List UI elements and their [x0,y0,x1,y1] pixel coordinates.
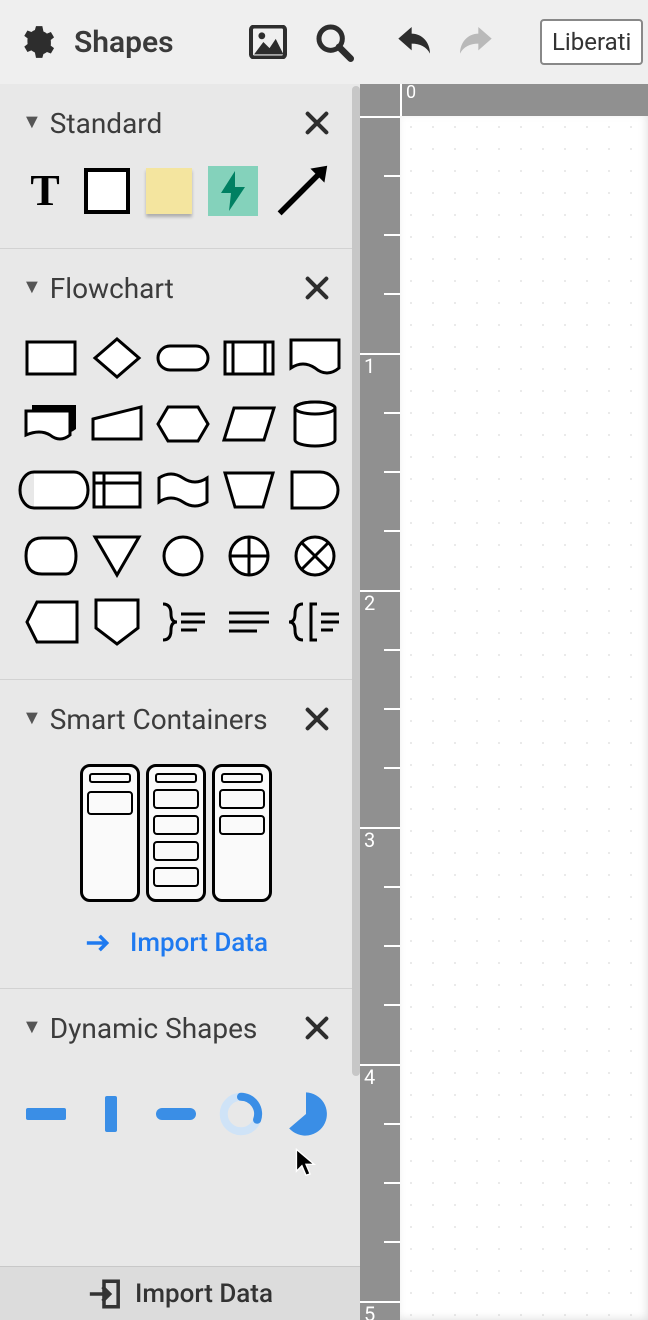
section-header-standard[interactable]: ▼ Standard [0,84,352,158]
section-title-flowchart: Flowchart [50,272,300,305]
shape-terminator[interactable] [154,329,212,387]
shape-progress-bar-horizontal[interactable] [22,1085,69,1143]
font-family-value: Liberati [552,28,631,56]
caret-down-icon: ▼ [22,1014,42,1039]
shape-brace-left-bracket[interactable] [286,593,344,651]
shape-data-parallelogram[interactable] [220,395,278,453]
shape-multi-document[interactable] [22,395,80,453]
caret-down-icon: ▼ [22,274,42,299]
ruler-v-label: 5 [364,1302,375,1320]
ruler-v-label: 3 [364,828,375,852]
ruler-h-label: 0 [406,82,416,103]
canvas-page[interactable] [400,116,648,1320]
topbar: Shapes Liberati [0,0,648,84]
shape-summing-junction[interactable] [220,527,278,585]
shape-progress-pill[interactable] [152,1085,199,1143]
shape-note-lines[interactable] [220,593,278,651]
ruler-v-label: 1 [364,354,375,378]
shape-progress-bar-vertical[interactable] [87,1085,134,1143]
ruler-horizontal[interactable]: 0 [400,84,648,116]
shape-or-junction[interactable] [286,527,344,585]
shape-decision[interactable] [88,329,146,387]
import-data-link-label: Import Data [130,928,268,958]
shape-predefined-process[interactable] [220,329,278,387]
shape-progress-ring[interactable] [217,1085,264,1143]
section-title-smart-containers: Smart Containers [50,703,300,736]
import-data-button-label: Import Data [135,1279,273,1309]
close-icon[interactable] [300,271,334,305]
section-header-dynamic-shapes[interactable]: ▼ Dynamic Shapes [0,989,352,1063]
shape-stored-data[interactable] [22,461,80,519]
shape-brace-right-note[interactable] [154,593,212,651]
image-icon[interactable] [242,16,294,68]
font-family-select[interactable]: Liberati [540,19,643,65]
section-header-smart-containers[interactable]: ▼ Smart Containers [0,680,352,754]
shape-process[interactable] [22,329,80,387]
shape-manual-input[interactable] [88,395,146,453]
topbar-left: Shapes [0,0,360,84]
shape-pie-slice[interactable] [282,1085,330,1143]
shape-offpage-down[interactable] [88,593,146,651]
shape-database[interactable] [286,395,344,453]
section-flowchart: ▼ Flowchart [0,249,352,680]
shape-text[interactable]: T [22,162,68,220]
shape-manual-operation[interactable] [220,461,278,519]
shape-display[interactable] [22,527,80,585]
section-title-dynamic-shapes: Dynamic Shapes [50,1012,300,1045]
shapes-panel-title: Shapes [74,25,174,60]
shape-merge-triangle[interactable] [88,527,146,585]
shape-rectangle[interactable] [84,162,130,220]
redo-button[interactable] [454,27,496,57]
caret-down-icon: ▼ [22,109,42,134]
close-icon[interactable] [300,702,334,736]
shapes-sidebar: ▼ Standard T ▼ Flowchart [0,84,360,1320]
shape-document[interactable] [286,329,344,387]
shape-internal-storage[interactable] [88,461,146,519]
undo-button[interactable] [394,27,436,57]
section-smart-containers: ▼ Smart Containers Import Data [0,680,352,989]
section-standard: ▼ Standard T [0,84,352,249]
close-icon[interactable] [300,106,334,140]
shape-sticky-note[interactable] [146,162,192,220]
smart-containers-preview[interactable] [0,754,352,902]
shape-paper-tape[interactable] [154,461,212,519]
import-data-button[interactable]: Import Data [0,1266,360,1320]
sidebar-scrollbar[interactable] [352,84,360,1320]
shape-delay[interactable] [286,461,344,519]
gear-icon[interactable] [16,22,56,62]
caret-down-icon: ▼ [22,705,42,730]
canvas-area: 0 1 2 3 4 5 [360,84,648,1320]
shape-offpage-connector[interactable] [22,593,80,651]
section-header-flowchart[interactable]: ▼ Flowchart [0,249,352,323]
sidebar-scrollbar-thumb[interactable] [352,86,360,1076]
ruler-v-label: 2 [364,591,375,615]
shape-preparation[interactable] [154,395,212,453]
shape-energy[interactable] [208,162,258,220]
import-data-link[interactable]: Import Data [0,926,352,960]
close-icon[interactable] [300,1011,334,1045]
ruler-vertical[interactable]: 1 2 3 4 5 [360,116,400,1320]
ruler-v-label: 4 [364,1065,375,1089]
topbar-right: Liberati [360,0,648,84]
shape-arrow[interactable] [274,162,330,220]
section-title-standard: Standard [50,107,300,140]
search-icon[interactable] [308,16,360,68]
shape-connector-circle[interactable] [154,527,212,585]
section-dynamic-shapes: ▼ Dynamic Shapes [0,989,352,1203]
